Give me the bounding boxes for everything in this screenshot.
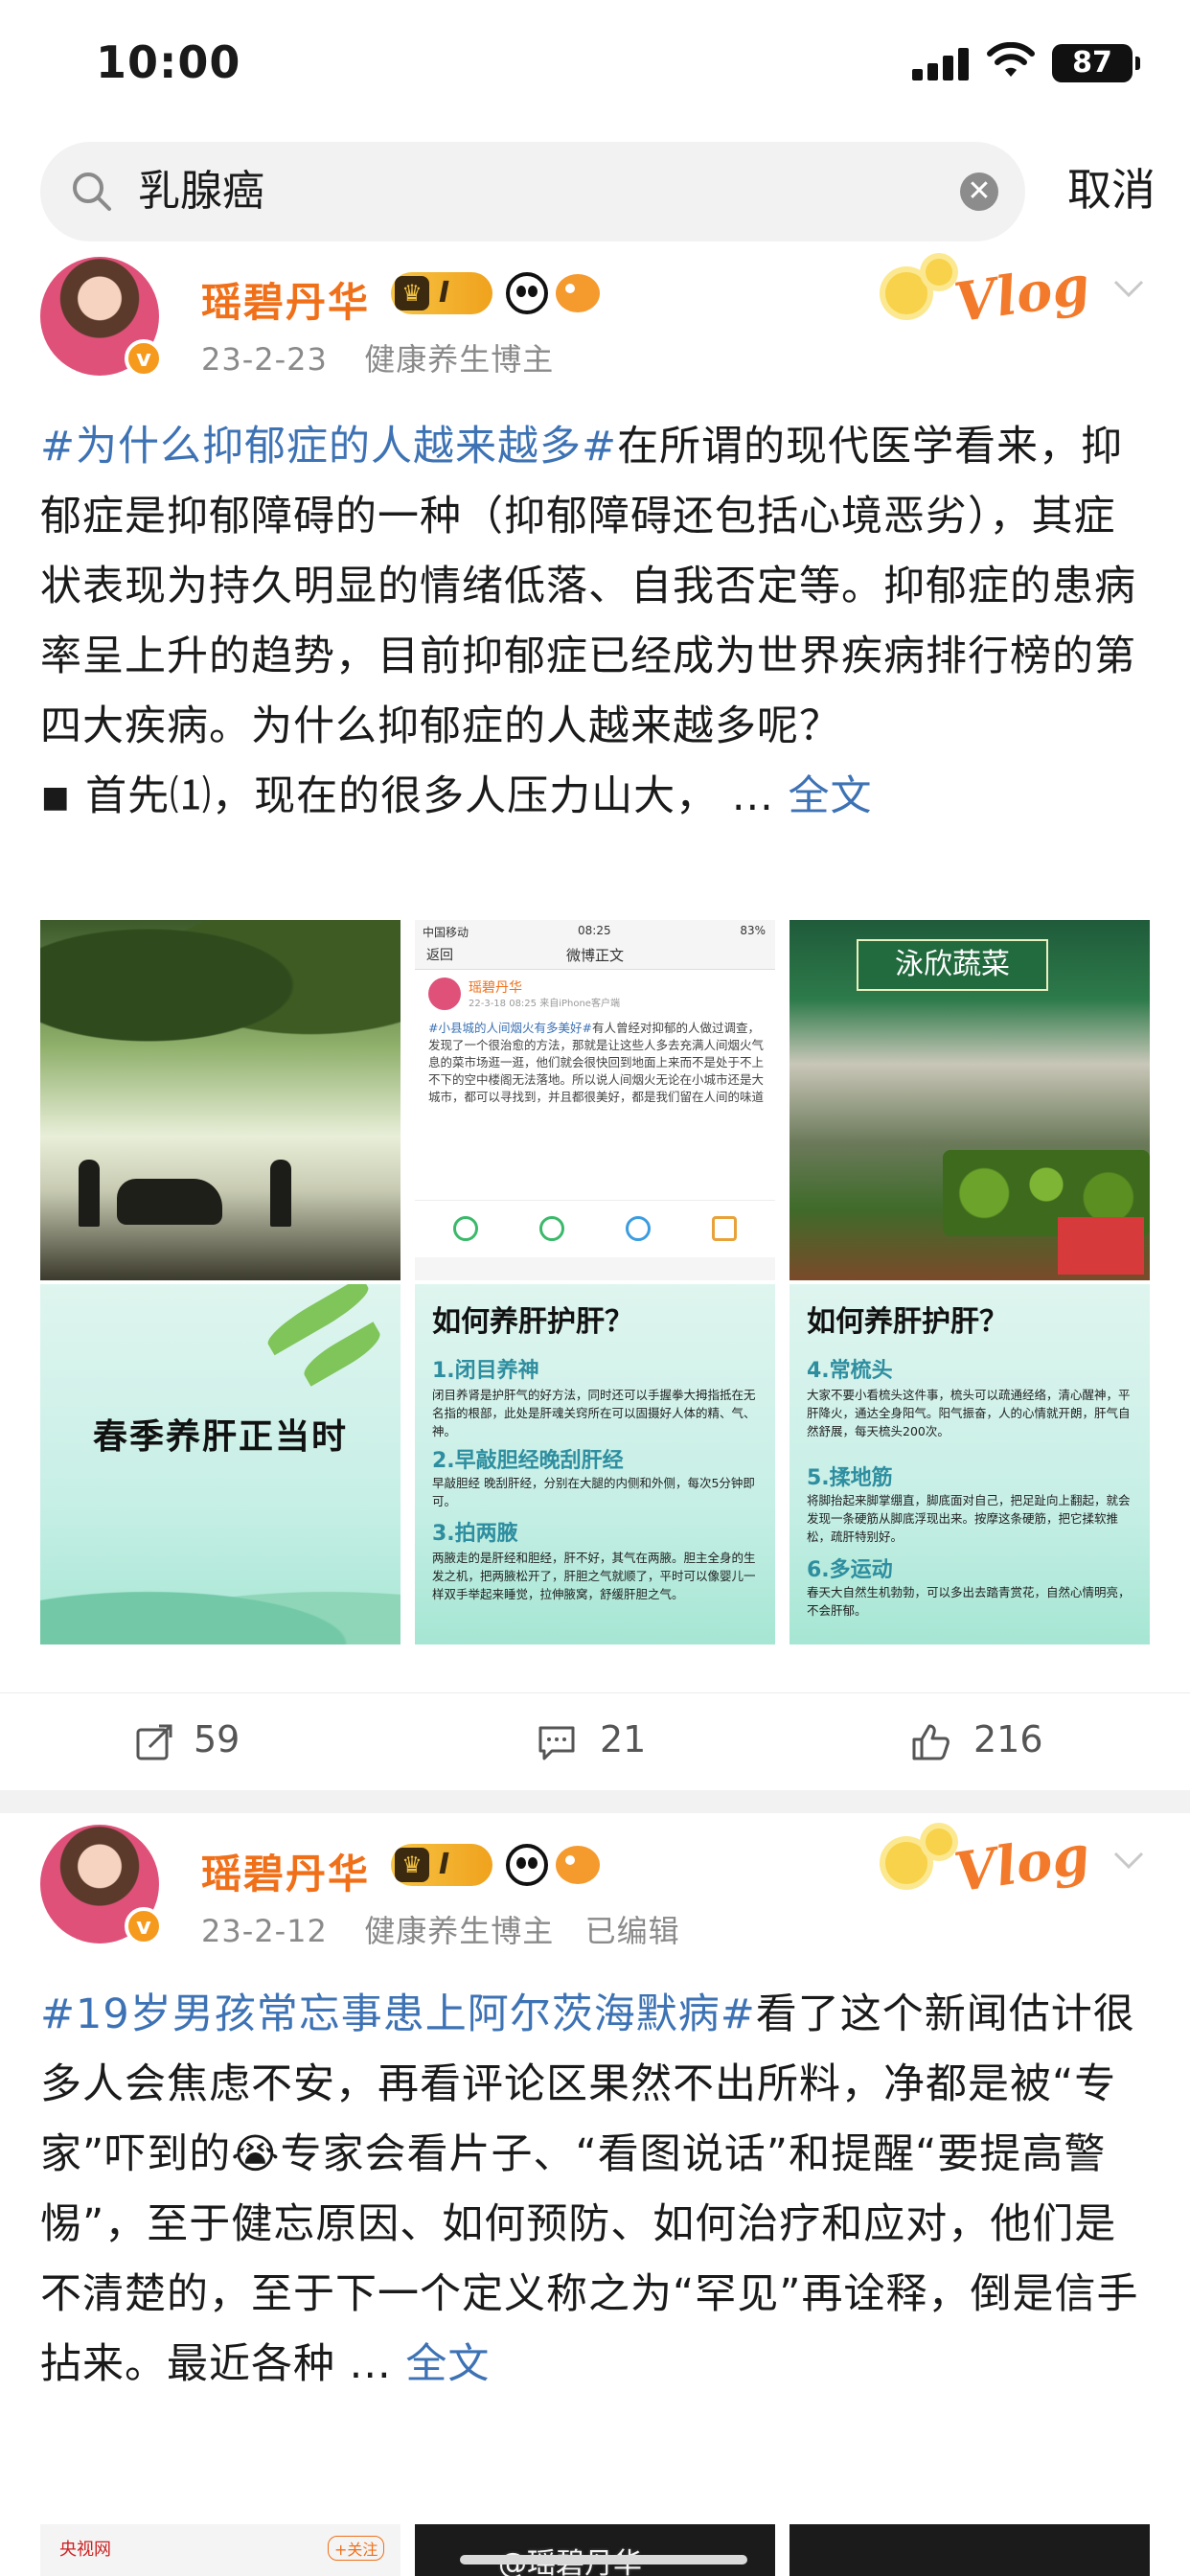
verified-icon: v [125,1907,163,1945]
home-indicator[interactable] [460,2555,747,2564]
chevron-down-icon[interactable] [1110,1840,1148,1878]
wifi-icon [987,42,1035,77]
post-date: 23-2-23 [201,341,328,378]
edited-label: 已编辑 [584,1913,680,1949]
post-category: 健康养生博主 [364,341,555,378]
status-time: 10:00 [96,36,241,88]
post-meta: 23-2-12 健康养生博主 已编辑 [201,1907,680,1951]
post-text[interactable]: #为什么抑郁症的人越来越多#在所谓的现代医学看来，抑郁症是抑郁障碍的一种（抑郁障… [40,412,1152,832]
repost-button[interactable]: 59 [134,1693,326,1789]
image-grid: 中国移动 08:25 83% 返回 微博正文 瑶碧丹华 22-3-18 08:2… [40,920,1150,1644]
fish-icon [556,274,600,312]
image-liver-card-2[interactable]: 如何养肝护肝？ 1.闭目养神 闭目养肾是护肝气的好方法，同时还可以手握拳大拇指抵… [415,1284,775,1644]
crown-icon: ♛ [395,276,429,310]
image-market[interactable]: 泳欣蔬菜 [790,920,1150,1280]
verified-icon: v [125,339,163,378]
post-card[interactable]: v 瑶碧丹华 ♛ I 23-2-23 健康养生博主 Vlog #为什么抑郁症的人… [0,249,1190,1790]
image-phone-screenshot[interactable]: 中国移动 08:25 83% 返回 微博正文 瑶碧丹华 22-3-18 08:2… [415,920,775,1280]
fish-icon [556,1846,600,1884]
panda-icon [506,272,548,314]
search-input[interactable]: 乳腺癌 [138,163,264,220]
member-level-badge: ♛ I [391,272,492,314]
comment-button[interactable]: 21 [537,1693,728,1789]
cancel-button[interactable]: 取消 [1067,161,1156,218]
read-more-link[interactable]: 全文 [405,2340,490,2388]
read-more-link[interactable]: 全文 [789,772,873,820]
post-actions: 59 21 216 [0,1692,1190,1788]
comment-icon [538,1726,575,1760]
chevron-down-icon[interactable] [1110,268,1148,307]
member-level-badge: ♛ I [391,1844,492,1886]
panda-icon [506,1844,548,1886]
topic-link[interactable]: #为什么抑郁症的人越来越多# [40,423,617,471]
username[interactable]: 瑶碧丹华 [201,270,370,329]
username[interactable]: 瑶碧丹华 [201,1842,370,1900]
like-button[interactable]: 216 [910,1693,1102,1789]
crown-icon: ♛ [395,1848,429,1882]
like-icon [912,1724,950,1760]
post-separator [0,1790,1190,1813]
search-icon [73,172,111,211]
signal-icon [912,48,970,80]
image-liver-card-3[interactable]: 如何养肝护肝？ 4.常梳头 大家不要小看梳头这件事，梳头可以疏通经络，清心醒神，… [790,1284,1150,1644]
image-thumbnail[interactable]: 央视网 +关注 [40,2524,400,2576]
vlog-badge: Vlog [878,1823,1098,1911]
post-text[interactable]: #19岁男孩常忘事患上阿尔茨海默病#看了这个新闻估计很多人会焦虑不安，再看评论区… [40,1980,1152,2400]
post-card[interactable]: v 瑶碧丹华 ♛ I 23-2-12 健康养生博主 已编辑 Vlog #19岁男… [0,1821,1190,2576]
clear-icon[interactable]: ✕ [960,172,998,211]
post-date: 23-2-12 [201,1913,328,1949]
topic-link[interactable]: #19岁男孩常忘事患上阿尔茨海默病# [40,1990,756,2038]
vlog-badge: Vlog [878,253,1098,341]
image-landscape[interactable] [40,920,400,1280]
search-bar[interactable]: 乳腺癌 ✕ [40,142,1025,242]
repost-icon [136,1724,172,1760]
post-meta: 23-2-23 健康养生博主 [201,335,554,380]
image-thumbnail[interactable] [790,2524,1150,2576]
status-bar: 10:00 87 [0,0,1190,129]
battery-indicator: 87 [1052,44,1140,82]
post-category: 健康养生博主 [364,1913,555,1949]
image-liver-card-1[interactable]: 春季养肝正当时 [40,1284,400,1644]
